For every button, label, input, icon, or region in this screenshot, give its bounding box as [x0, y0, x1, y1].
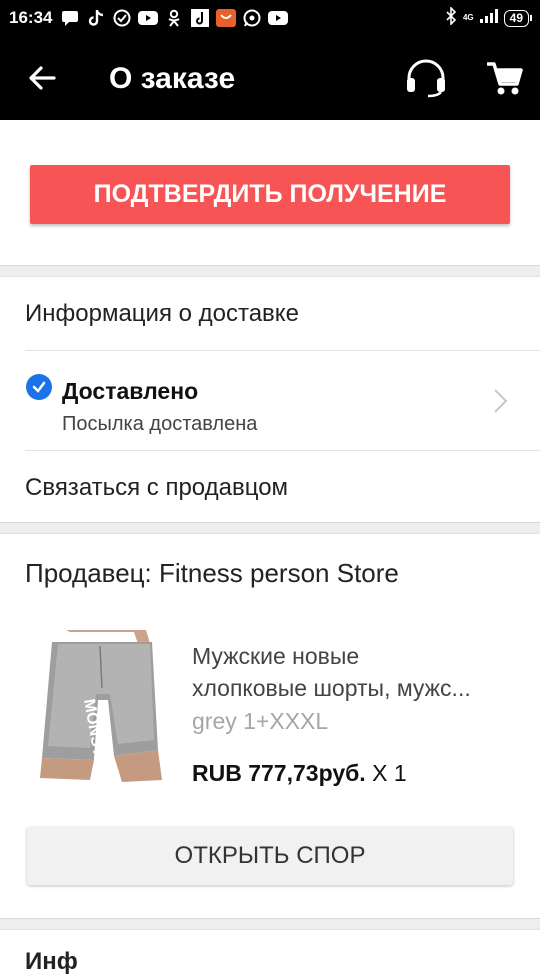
delivery-status-subtitle: Посылка доставлена [62, 413, 258, 435]
confirm-receipt-button[interactable]: ПОДТВЕРДИТЬ ПОЛУЧЕНИЕ [30, 165, 510, 224]
shopping-bag-icon [216, 8, 237, 28]
product-title-line2: хлопковые шорты, мужс... [192, 675, 471, 701]
confirm-section: ПОДТВЕРДИТЬ ПОЛУЧЕНИЕ [0, 120, 540, 266]
status-right: 4G 49 [445, 0, 532, 36]
product-quantity: X 1 [372, 760, 407, 786]
check-icon [26, 374, 52, 400]
divider-line [25, 350, 540, 351]
headset-icon[interactable] [404, 58, 448, 98]
product-image[interactable]: MONSTA [28, 630, 176, 786]
battery-tip [530, 15, 532, 21]
status-time: 16:34 [9, 8, 53, 27]
open-dispute-button[interactable]: ОТКРЫТЬ СПОР [27, 827, 513, 885]
page-title: О заказе [109, 62, 236, 95]
product-price: RUB 777,73руб. [192, 760, 366, 786]
product-title-line1: Мужские новые [192, 643, 360, 669]
youtube-icon [138, 8, 159, 28]
whatsapp-icon [242, 8, 262, 28]
product-title[interactable]: Мужские новые хлопковые шорты, мужс... [192, 640, 522, 704]
section-divider [0, 918, 540, 930]
bluetooth-icon [445, 5, 457, 30]
tiktok-icon [86, 8, 106, 28]
status-bar: 16:34 4G 49 [0, 0, 540, 36]
message-icon [60, 8, 80, 28]
battery-indicator: 49 [503, 9, 532, 27]
cart-icon[interactable] [484, 58, 524, 98]
section-divider [0, 522, 540, 534]
youtube-icon [268, 8, 289, 28]
network-type: 4G [462, 13, 474, 22]
check-circle-icon [112, 8, 132, 28]
delivery-status-title: Доставлено [62, 378, 199, 404]
app-bar: О заказе [0, 36, 540, 120]
price-row: RUB 777,73руб. X 1 [192, 760, 407, 787]
arrow-back-icon[interactable] [26, 62, 58, 94]
signal-icon [479, 8, 498, 28]
contact-seller-link[interactable]: Связаться с продавцом [25, 474, 288, 502]
delivery-info-heading: Информация о доставке [25, 300, 299, 327]
product-variant: grey 1+XXXL [192, 708, 329, 734]
section-divider [0, 265, 540, 277]
music-icon [190, 8, 210, 28]
battery-level: 49 [503, 9, 529, 27]
odnoklassniki-icon [164, 8, 184, 28]
divider-line [25, 450, 540, 451]
seller-name[interactable]: Продавец: Fitness person Store [25, 558, 399, 589]
chevron-right-icon [490, 386, 510, 416]
notification-icons [60, 8, 289, 28]
next-section-heading: Инф [25, 948, 78, 975]
